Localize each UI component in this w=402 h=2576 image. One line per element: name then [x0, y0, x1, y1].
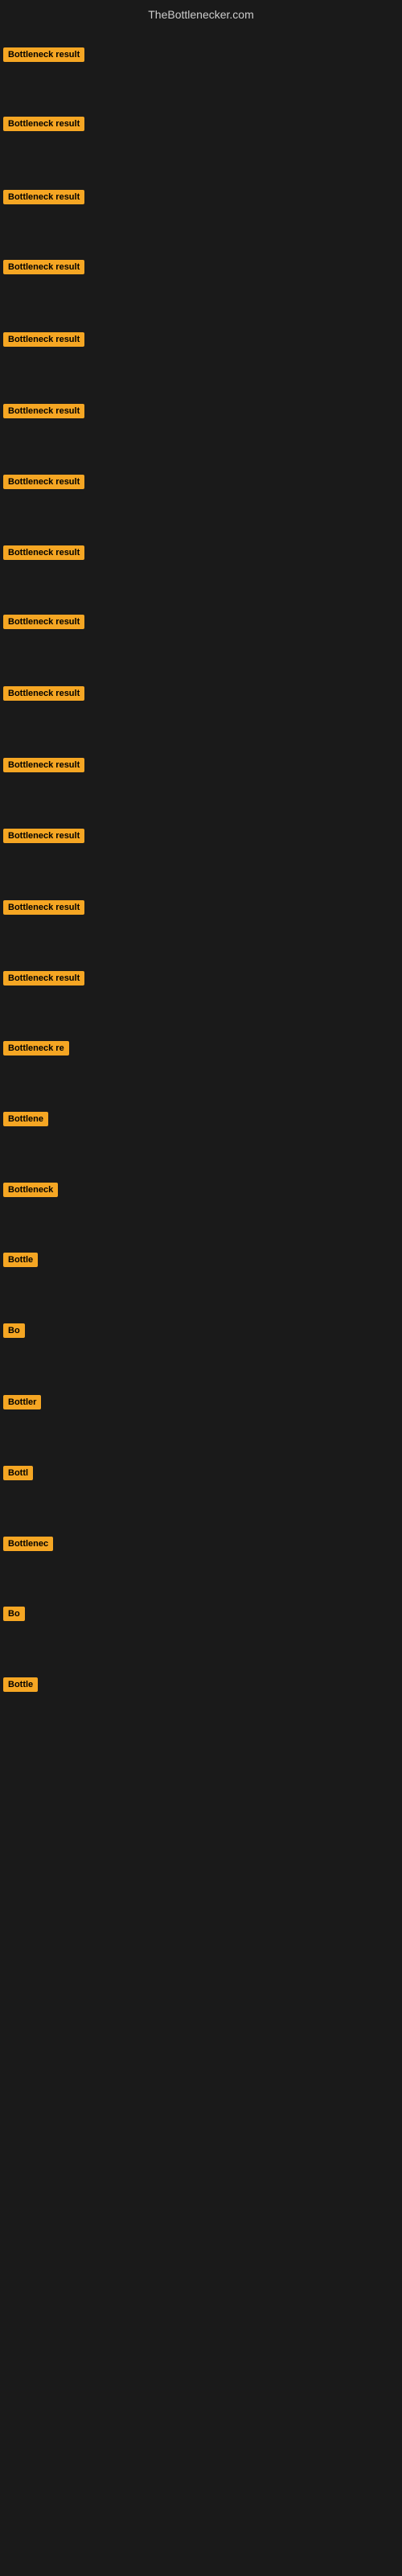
bottleneck-badge-17: Bottleneck [3, 1183, 58, 1197]
bottleneck-badge-6: Bottleneck result [3, 404, 84, 418]
page-container: TheBottlenecker.com Bottleneck resultBot… [0, 0, 402, 2576]
bottleneck-badge-1: Bottleneck result [3, 47, 84, 62]
bottleneck-badge-10: Bottleneck result [3, 686, 84, 701]
bottleneck-badge-23: Bo [3, 1607, 25, 1621]
bottleneck-badge-3: Bottleneck result [3, 190, 84, 204]
bottleneck-badge-18: Bottle [3, 1253, 38, 1267]
bottleneck-badge-5: Bottleneck result [3, 332, 84, 347]
bottleneck-badge-19: Bo [3, 1323, 25, 1338]
bottleneck-badge-22: Bottlenec [3, 1537, 53, 1551]
bottleneck-badge-7: Bottleneck result [3, 475, 84, 489]
bottleneck-badge-8: Bottleneck result [3, 545, 84, 560]
bottleneck-badge-13: Bottleneck result [3, 900, 84, 915]
bottleneck-badge-20: Bottler [3, 1395, 41, 1409]
bottleneck-badge-2: Bottleneck result [3, 117, 84, 131]
bottleneck-badge-21: Bottl [3, 1466, 33, 1480]
bottleneck-badge-9: Bottleneck result [3, 615, 84, 629]
bottleneck-badge-11: Bottleneck result [3, 758, 84, 772]
site-title: TheBottlenecker.com [0, 0, 402, 26]
badges-container: Bottleneck result Bottleneck result Bottle… [0, 26, 402, 2576]
bottleneck-badge-12: Bottleneck result [3, 829, 84, 843]
bottleneck-badge-14: Bottleneck result [3, 971, 84, 986]
bottleneck-badge-24: Bottle [3, 1677, 38, 1692]
bottleneck-badge-4: Bottleneck result [3, 260, 84, 274]
bottleneck-badge-15: Bottleneck re [3, 1041, 69, 1056]
bottleneck-badge-16: Bottlene [3, 1112, 48, 1126]
